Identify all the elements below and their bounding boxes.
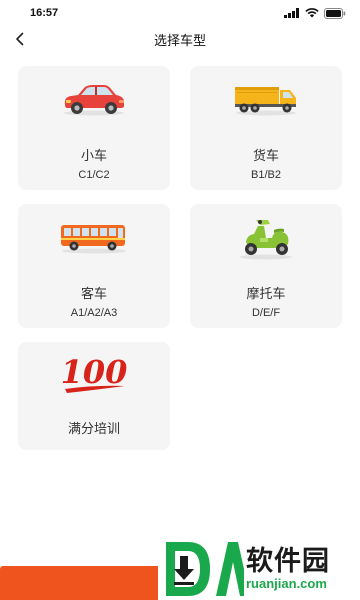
card-name: 小车 bbox=[80, 148, 107, 163]
page-title: 选择车型 bbox=[153, 32, 206, 48]
card-license-classes: D/E/F bbox=[251, 307, 281, 319]
status-icons bbox=[284, 7, 346, 19]
card-license-classes: A1/A2/A3 bbox=[70, 307, 118, 319]
vehicle-card-motorcycle[interactable]: 摩托车 D/E/F bbox=[190, 204, 342, 328]
watermark-logo bbox=[158, 538, 250, 600]
truck-icon bbox=[235, 87, 296, 116]
signal-icon bbox=[284, 8, 299, 18]
back-button[interactable] bbox=[8, 26, 32, 52]
full-score-training-card[interactable]: 100 满分培训 bbox=[18, 342, 170, 450]
chevron-left-icon bbox=[16, 32, 24, 46]
card-license-classes: B1/B2 bbox=[251, 169, 281, 181]
watermark-en: ruanjian.com bbox=[246, 576, 327, 591]
vehicle-card-car[interactable]: 小车 C1/C2 bbox=[18, 66, 170, 190]
hundred-points-text: 100 bbox=[61, 353, 128, 391]
wifi-icon bbox=[305, 8, 319, 18]
hundred-points-icon: 100 bbox=[61, 353, 128, 393]
bus-icon bbox=[61, 225, 126, 254]
battery-icon bbox=[324, 7, 346, 19]
car-icon bbox=[64, 85, 124, 116]
card-name: 货车 bbox=[252, 148, 279, 163]
watermark-cn: 软件园 bbox=[246, 546, 330, 576]
vehicle-card-bus[interactable]: 客车 A1/A2/A3 bbox=[18, 204, 170, 328]
card-name: 满分培训 bbox=[67, 421, 120, 436]
nav-bar: 选择车型 bbox=[0, 26, 360, 52]
scooter-icon bbox=[240, 220, 292, 260]
card-name: 摩托车 bbox=[246, 286, 286, 301]
watermark-text: 软件园 ruanjian.com bbox=[246, 546, 330, 592]
card-name: 客车 bbox=[80, 286, 107, 301]
download-logo-icon bbox=[166, 542, 250, 596]
watermark: 软件园 ruanjian.com bbox=[158, 538, 360, 600]
status-bar: 16:57 bbox=[0, 0, 360, 26]
card-license-classes: C1/C2 bbox=[78, 169, 110, 181]
status-time: 16:57 bbox=[30, 7, 59, 19]
vehicle-card-truck[interactable]: 货车 B1/B2 bbox=[190, 66, 342, 190]
